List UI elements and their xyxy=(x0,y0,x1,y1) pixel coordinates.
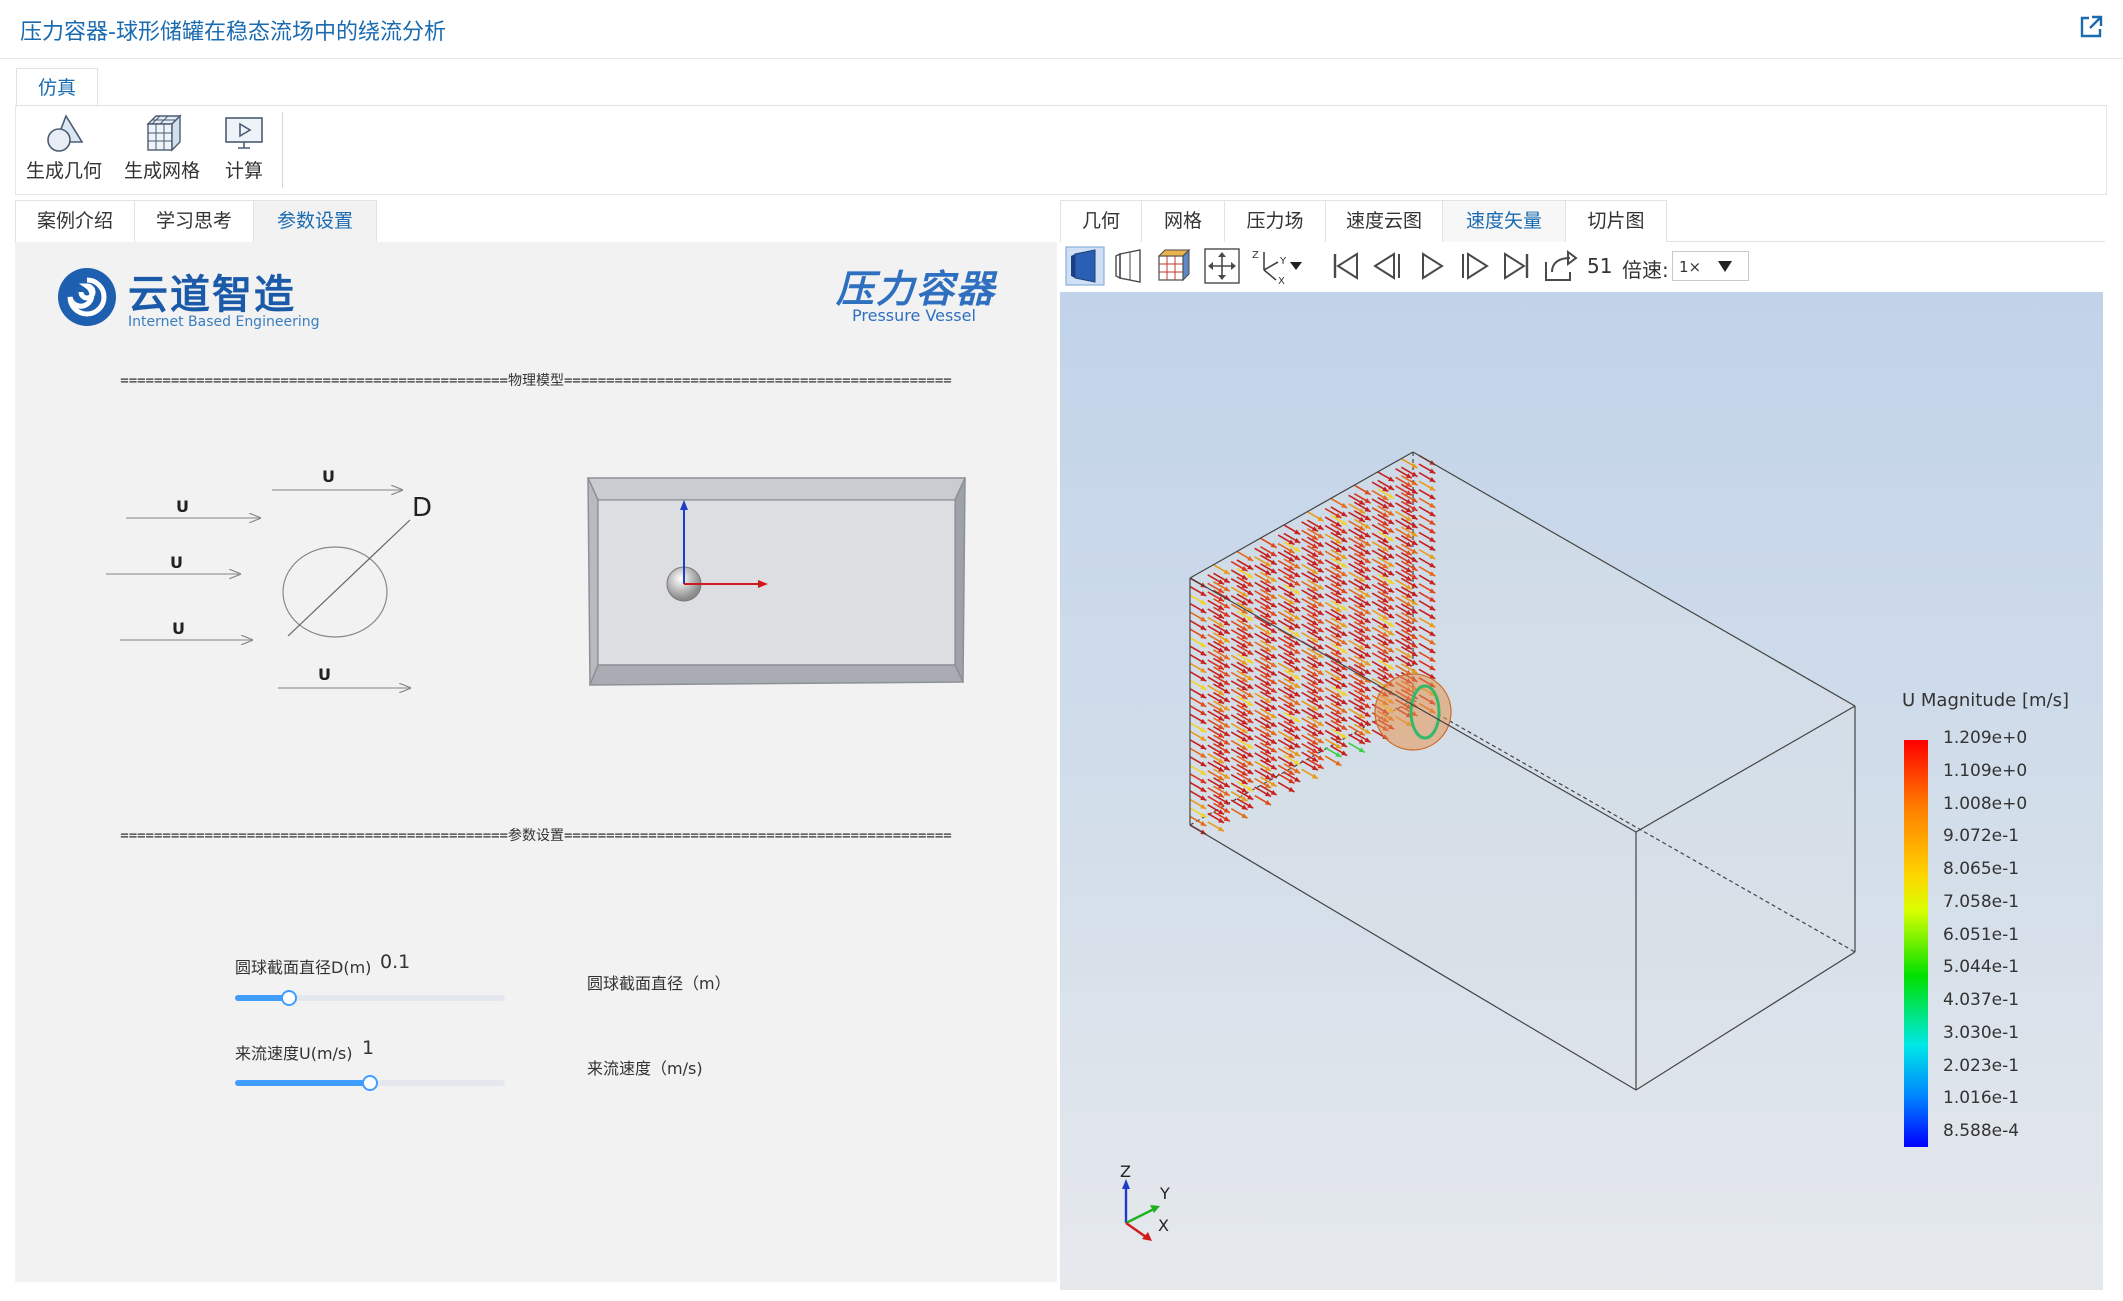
left-panel xyxy=(15,242,1057,1282)
flow-sketch-diagram: U U U U U D xyxy=(106,467,432,710)
u-label: U xyxy=(176,497,189,516)
tab-geometry[interactable]: 几何 xyxy=(1060,200,1142,242)
legend-label: 4.037e-1 xyxy=(1943,990,2020,1010)
ribbon-bar xyxy=(15,105,2107,195)
legend-label: 1.109e+0 xyxy=(1943,760,2028,781)
physical-model-divider: ========================================… xyxy=(120,373,952,389)
legend-title: U Magnitude [m/s] xyxy=(1902,690,2070,711)
legend-label: 3.030e-1 xyxy=(1943,1022,2020,1043)
svg-text:Y: Y xyxy=(1279,256,1287,267)
diameter-param-description: 圆球截面直径（m） xyxy=(587,974,731,993)
parameter-settings-divider: ========================================… xyxy=(120,828,952,844)
legend-label: 6.051e-1 xyxy=(1943,924,2020,945)
speed-label: 倍速: xyxy=(1622,258,1669,282)
speed-select[interactable]: 1× xyxy=(1672,251,1749,281)
mesh-icon xyxy=(146,114,182,152)
domain-box-3d xyxy=(586,477,967,686)
diameter-slider-thumb[interactable] xyxy=(281,990,297,1006)
product-logo-subtitle: Pressure Vessel xyxy=(852,306,976,325)
axis-y-label: Y xyxy=(1159,1184,1170,1203)
legend-label: 7.058e-1 xyxy=(1943,891,2020,912)
ribbon-tab-simulation[interactable]: 仿真 xyxy=(16,68,98,107)
first-frame-icon[interactable] xyxy=(1325,246,1365,286)
tab-slice[interactable]: 切片图 xyxy=(1565,200,1667,242)
frame-number: 51 xyxy=(1587,254,1613,278)
mesh-view-icon[interactable] xyxy=(1153,246,1193,286)
u-label: U xyxy=(318,665,331,684)
velocity-slider-thumb[interactable] xyxy=(362,1075,378,1091)
tab-mesh[interactable]: 网格 xyxy=(1141,200,1225,242)
tab-parameter-settings[interactable]: 参数设置 xyxy=(253,200,377,242)
company-logo-icon xyxy=(58,268,116,326)
generate-mesh-button[interactable]: 生成网格 xyxy=(120,112,204,188)
speed-select-value: 1× xyxy=(1679,258,1702,276)
tab-velocity-vector[interactable]: 速度矢量 xyxy=(1442,200,1566,242)
tab-pressure-field[interactable]: 压力场 xyxy=(1224,200,1326,242)
legend-label: 1.016e-1 xyxy=(1943,1088,2020,1109)
play-icon[interactable] xyxy=(1411,246,1451,286)
axes-orientation-icon[interactable]: Z Y X xyxy=(1250,246,1306,286)
product-logo-text: 压力容器 xyxy=(836,267,997,311)
next-frame-icon[interactable] xyxy=(1454,246,1494,286)
axis-x-label: X xyxy=(1158,1216,1169,1235)
ribbon-separator xyxy=(282,112,283,188)
u-label: U xyxy=(322,467,335,486)
axis-z-label: Z xyxy=(1120,1165,1131,1181)
tab-velocity-contour[interactable]: 速度云图 xyxy=(1325,200,1443,242)
compute-button[interactable]: 计算 xyxy=(212,112,276,188)
legend-label: 8.588e-4 xyxy=(1943,1121,2020,1141)
diameter-param-label: 圆球截面直径D(m) xyxy=(235,958,372,977)
generate-mesh-label: 生成网格 xyxy=(123,160,200,182)
legend-label: 5.044e-1 xyxy=(1943,957,2020,978)
velocity-param-label: 来流速度U(m/s) xyxy=(235,1044,353,1063)
wireframe-view-icon[interactable] xyxy=(1110,246,1150,286)
legend-label: 1.209e+0 xyxy=(1943,728,2028,748)
prev-frame-icon[interactable] xyxy=(1368,246,1408,286)
legend-label: 8.065e-1 xyxy=(1943,859,2020,879)
legend-label: 2.023e-1 xyxy=(1943,1055,2020,1076)
velocity-param-value: 1 xyxy=(362,1037,375,1059)
tab-case-intro[interactable]: 案例介绍 xyxy=(15,200,135,242)
legend-label: 1.008e+0 xyxy=(1943,793,2028,814)
diameter-param-value: 0.1 xyxy=(380,951,411,973)
company-logo-subtitle: Internet Based Engineering xyxy=(128,314,320,330)
fit-view-icon[interactable] xyxy=(1202,246,1242,286)
geometry-icon xyxy=(47,114,84,152)
chevron-down-icon xyxy=(1718,261,1732,272)
company-logo-text: 云道智造 xyxy=(128,271,296,318)
velocity-param-description: 来流速度（m/s) xyxy=(587,1059,703,1078)
last-frame-icon[interactable] xyxy=(1497,246,1537,286)
axis-triad: Z Y X xyxy=(1120,1165,1170,1241)
u-label: U xyxy=(172,619,185,638)
compute-label: 计算 xyxy=(224,160,263,182)
generate-geometry-button[interactable]: 生成几何 xyxy=(22,112,106,188)
compute-icon xyxy=(225,117,263,149)
velocity-slider-fill xyxy=(235,1080,370,1086)
export-icon[interactable] xyxy=(1540,246,1580,286)
d-label: D xyxy=(412,493,432,523)
tab-study-think[interactable]: 学习思考 xyxy=(134,200,254,242)
u-label: U xyxy=(170,553,183,572)
generate-geometry-label: 生成几何 xyxy=(25,160,102,182)
svg-text:Z: Z xyxy=(1252,250,1259,261)
external-link-icon[interactable] xyxy=(2078,14,2104,40)
legend-label: 9.072e-1 xyxy=(1943,826,2020,847)
app-title: 压力容器-球形储罐在稳态流场中的绕流分析 xyxy=(20,20,446,45)
svg-text:X: X xyxy=(1278,276,1285,286)
legend-color-bar xyxy=(1904,740,1928,1147)
solid-view-icon[interactable] xyxy=(1065,246,1105,286)
